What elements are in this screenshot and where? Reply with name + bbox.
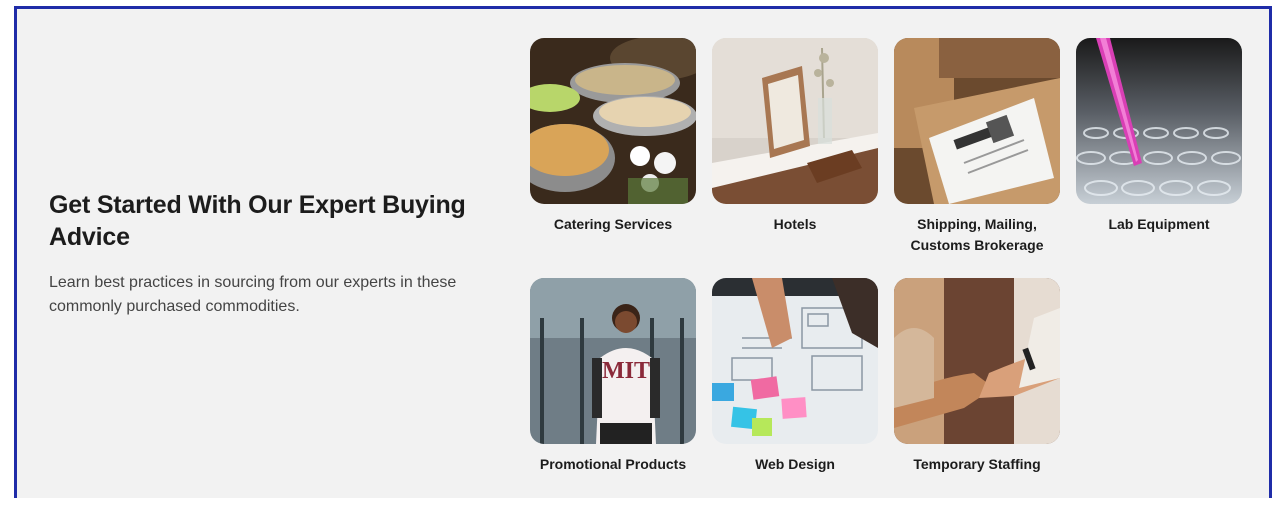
category-label: Promotional Products xyxy=(539,456,687,472)
category-card-shipping[interactable]: Shipping, Mailing, Customs Brokerage xyxy=(894,38,1060,278)
section-heading: Get Started With Our Expert Buying Advic… xyxy=(49,191,466,251)
shipping-photo xyxy=(894,38,1060,204)
category-label: Catering Services xyxy=(553,216,673,232)
section-description: Learn best practices in sourcing from ou… xyxy=(49,274,457,315)
category-card-promotional-products[interactable]: MIT Promotional Products xyxy=(530,278,696,518)
category-label: Lab Equipment xyxy=(1108,216,1210,232)
svg-text:MIT: MIT xyxy=(602,358,650,384)
category-label: Hotels xyxy=(773,216,817,232)
lab-equipment-photo xyxy=(1076,38,1242,204)
category-grid: Catering Services Hotels Shipping, Maili… xyxy=(530,38,1242,518)
advice-panel: Get Started With Our Expert Buying Advic… xyxy=(14,6,1272,498)
hotels-photo xyxy=(712,38,878,204)
category-card-lab-equipment[interactable]: Lab Equipment xyxy=(1076,38,1242,278)
category-card-temporary-staffing[interactable]: Temporary Staffing xyxy=(894,278,1060,518)
catering-photo xyxy=(530,38,696,204)
category-card-hotels[interactable]: Hotels xyxy=(712,38,878,278)
promotional-products-photo: MIT xyxy=(530,278,696,444)
category-label: Temporary Staffing xyxy=(913,456,1041,472)
category-card-web-design[interactable]: Web Design xyxy=(712,278,878,518)
category-label: Shipping, Mailing, Customs Brokerage xyxy=(910,216,1044,253)
web-design-photo xyxy=(712,278,878,444)
category-label: Web Design xyxy=(755,456,835,472)
temporary-staffing-photo xyxy=(894,278,1060,444)
category-card-catering[interactable]: Catering Services xyxy=(530,38,696,278)
intro-section: Get Started With Our Expert Buying Advic… xyxy=(49,189,489,319)
